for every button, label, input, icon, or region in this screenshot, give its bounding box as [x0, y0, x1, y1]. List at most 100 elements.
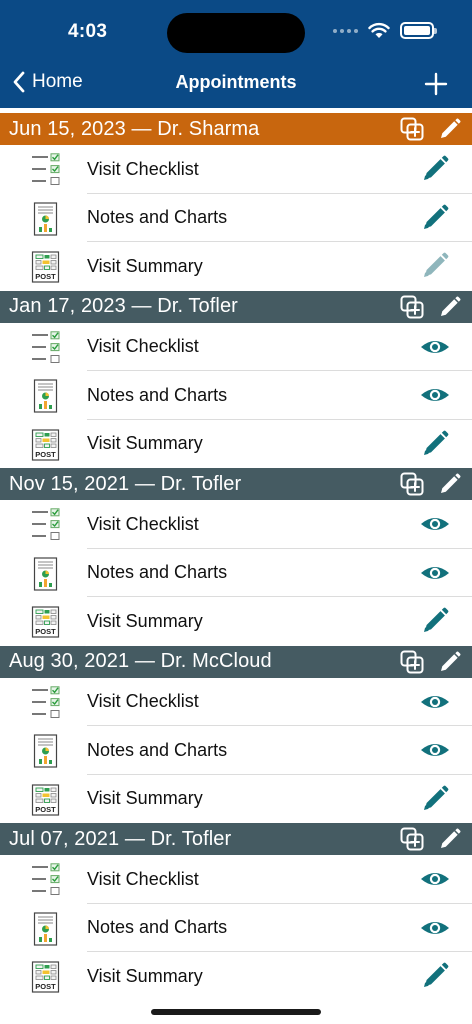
svg-text:POST: POST: [35, 450, 56, 459]
duplicate-appointment-icon[interactable]: [400, 295, 424, 319]
dynamic-island: [167, 13, 305, 53]
list-item[interactable]: Notes and Charts: [0, 371, 472, 420]
appointment-header[interactable]: Jul 07, 2021 — Dr. Tofler: [0, 823, 472, 855]
svg-text:POST: POST: [35, 805, 56, 814]
list-item[interactable]: Notes and Charts: [0, 904, 472, 952]
list-item-label: Visit Checklist: [87, 513, 199, 534]
list-item-label: Visit Summary: [87, 965, 203, 986]
view-icon[interactable]: [420, 735, 450, 765]
duplicate-appointment-icon[interactable]: [400, 650, 424, 674]
appointment-section: Jan 17, 2023 — Dr. Tofler Visit Checklis…: [0, 290, 472, 469]
appointment-header[interactable]: Jun 15, 2023 — Dr. Sharma: [0, 113, 472, 145]
view-icon[interactable]: [420, 687, 450, 717]
view-icon[interactable]: [420, 509, 450, 539]
post-summary-icon: POST: [30, 960, 62, 994]
back-label: Home: [32, 71, 83, 92]
duplicate-appointment-icon[interactable]: [400, 472, 424, 496]
header-actions: [400, 472, 462, 496]
list-item[interactable]: Visit Checklist: [0, 855, 472, 904]
appointment-title: Jun 15, 2023 — Dr. Sharma: [9, 117, 260, 140]
edit-icon[interactable]: [420, 429, 450, 459]
checklist-icon: [30, 863, 62, 897]
list-item-label: Visit Checklist: [87, 691, 199, 712]
appointment-header[interactable]: Aug 30, 2021 — Dr. McCloud: [0, 645, 472, 678]
list-item-label: Visit Checklist: [87, 868, 199, 889]
list-item[interactable]: POST Visit Summary: [0, 597, 472, 646]
checklist-icon: [30, 685, 62, 720]
appointment-header[interactable]: Nov 15, 2021 — Dr. Tofler: [0, 468, 472, 500]
appointment-title: Jan 17, 2023 — Dr. Tofler: [9, 295, 238, 317]
appointments-list: Jun 15, 2023 — Dr. Sharma Visit Checklis…: [0, 113, 472, 1001]
edit-appointment-icon[interactable]: [438, 117, 462, 141]
header-actions: [400, 827, 462, 851]
view-icon[interactable]: [420, 380, 450, 410]
list-item[interactable]: Visit Checklist: [0, 500, 472, 549]
duplicate-appointment-icon[interactable]: [400, 117, 424, 141]
list-item-label: Visit Summary: [87, 255, 203, 276]
edit-icon[interactable]: [420, 606, 450, 636]
list-item-label: Visit Summary: [87, 788, 203, 809]
list-item[interactable]: Visit Checklist: [0, 678, 472, 726]
appointment-section: Nov 15, 2021 — Dr. Tofler Visit Checklis…: [0, 468, 472, 646]
notes-chart-icon: [30, 379, 62, 413]
list-item-label: Notes and Charts: [87, 384, 228, 405]
edit-appointment-icon[interactable]: [438, 650, 462, 674]
edit-appointment-icon[interactable]: [438, 472, 462, 496]
appointment-section: Jul 07, 2021 — Dr. Tofler Visit Checklis…: [0, 823, 472, 1001]
list-item[interactable]: Notes and Charts: [0, 194, 472, 242]
svg-text:POST: POST: [35, 627, 56, 636]
list-item[interactable]: Notes and Charts: [0, 726, 472, 775]
view-icon[interactable]: [420, 558, 450, 588]
list-item[interactable]: POST Visit Summary: [0, 420, 472, 469]
edit-icon: [420, 251, 450, 281]
appointment-title: Aug 30, 2021 — Dr. McCloud: [9, 650, 272, 672]
post-summary-icon: POST: [30, 250, 62, 284]
edit-icon[interactable]: [420, 203, 450, 233]
add-appointment-button[interactable]: [422, 70, 450, 98]
view-icon[interactable]: [420, 864, 450, 894]
notes-chart-icon: [30, 734, 62, 768]
list-item-label: Notes and Charts: [87, 207, 228, 228]
list-item-label: Visit Checklist: [87, 158, 199, 179]
appointment-section: Jun 15, 2023 — Dr. Sharma Visit Checklis…: [0, 113, 472, 291]
view-icon[interactable]: [420, 332, 450, 362]
appointment-header[interactable]: Jan 17, 2023 — Dr. Tofler: [0, 290, 472, 323]
chevron-left-icon: [13, 71, 25, 93]
list-item[interactable]: Visit Checklist: [0, 323, 472, 371]
header-actions: [400, 117, 462, 141]
top-bar: 4:03 Home Appointments: [0, 0, 472, 108]
edit-appointment-icon[interactable]: [438, 827, 462, 851]
list-item[interactable]: POST Visit Summary: [0, 952, 472, 1001]
checklist-icon: [30, 153, 62, 187]
post-summary-icon: POST: [30, 783, 62, 817]
post-summary-icon: POST: [30, 605, 62, 639]
notes-chart-icon: [30, 201, 62, 236]
edit-icon[interactable]: [420, 784, 450, 814]
list-item[interactable]: POST Visit Summary: [0, 242, 472, 291]
header-actions: [400, 650, 462, 674]
list-item-label: Notes and Charts: [87, 562, 228, 583]
list-item[interactable]: POST Visit Summary: [0, 775, 472, 824]
status-indicators: [333, 22, 437, 39]
checklist-icon: [30, 508, 62, 542]
list-item[interactable]: Notes and Charts: [0, 549, 472, 597]
checklist-icon: [30, 330, 62, 365]
back-button[interactable]: Home: [12, 70, 83, 94]
list-item-label: Visit Checklist: [87, 336, 199, 357]
duplicate-appointment-icon[interactable]: [400, 827, 424, 851]
edit-icon[interactable]: [420, 961, 450, 991]
view-icon[interactable]: [420, 913, 450, 943]
list-item-label: Visit Summary: [87, 610, 203, 631]
svg-text:POST: POST: [35, 982, 56, 991]
cellular-signal-icon: [333, 28, 358, 33]
appointment-section: Aug 30, 2021 — Dr. McCloud Visit Checkli…: [0, 645, 472, 824]
edit-icon[interactable]: [420, 154, 450, 184]
header-actions: [400, 295, 462, 319]
list-item-label: Notes and Charts: [87, 739, 228, 760]
svg-text:POST: POST: [35, 272, 56, 281]
wifi-icon: [368, 22, 390, 38]
list-item[interactable]: Visit Checklist: [0, 145, 472, 194]
battery-icon: [400, 22, 437, 39]
edit-appointment-icon[interactable]: [438, 295, 462, 319]
list-item-label: Notes and Charts: [87, 917, 228, 938]
